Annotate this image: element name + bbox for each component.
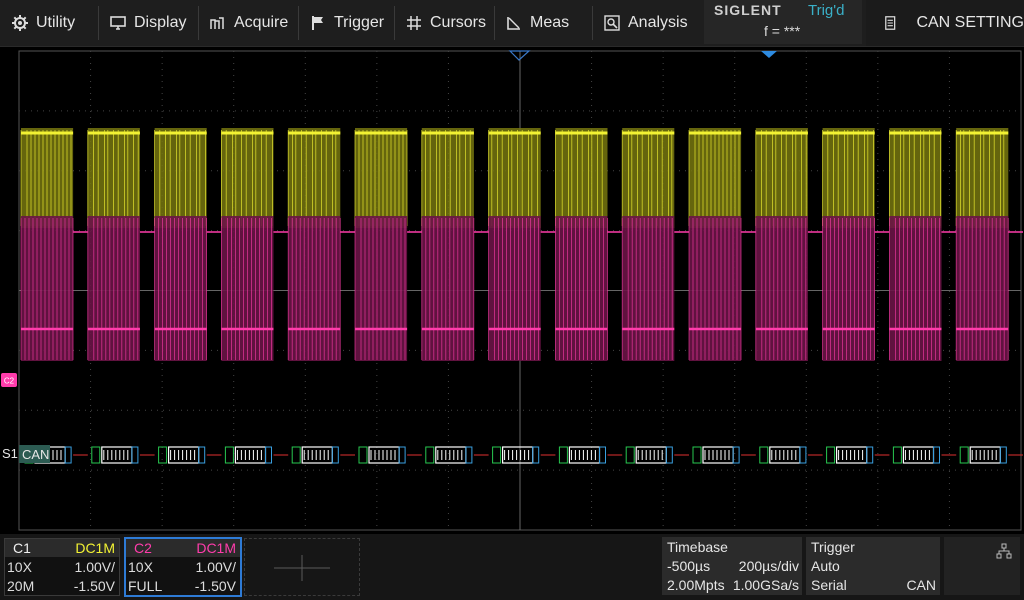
ruler-icon xyxy=(507,17,520,30)
c2-name: C2 xyxy=(134,540,152,556)
menu-display[interactable]: Display xyxy=(110,0,186,46)
menu-utility[interactable]: Utility xyxy=(12,0,75,46)
menu-trigger-label: Trigger xyxy=(334,14,385,31)
c2-coupling: DC1M xyxy=(196,540,236,556)
channel-2-box[interactable]: C2 DC1M 10X 1.00V/ FULL -1.50V xyxy=(124,537,242,597)
waveform-svg: C2 S1 CAN xyxy=(1,50,1023,531)
waveform-display[interactable]: C2 S1 CAN xyxy=(0,48,1024,532)
trigger-title: Trigger xyxy=(811,539,855,555)
network-status[interactable] xyxy=(944,537,1020,595)
menu-acquire-label: Acquire xyxy=(234,14,289,31)
empty-channel-slot[interactable] xyxy=(244,538,360,596)
c1-scale: 1.00V/ xyxy=(74,559,115,575)
can-setting-panel-button[interactable]: CAN SETTING xyxy=(866,0,1024,46)
horizontal-delay-marker[interactable] xyxy=(761,51,777,58)
menu-analysis[interactable]: Analysis xyxy=(604,0,688,46)
timebase-title: Timebase xyxy=(667,539,728,555)
timebase-box[interactable]: Timebase -500µs 200µs/div 2.00Mpts 1.00G… xyxy=(662,537,802,595)
ch2-trace xyxy=(20,216,1023,361)
trigger-box[interactable]: Trigger Auto Serial CAN xyxy=(806,537,940,595)
timebase-delay: -500µs xyxy=(667,558,711,574)
waveform-icon xyxy=(210,17,224,29)
magnifier-icon xyxy=(604,15,620,31)
network-icon xyxy=(996,543,1012,559)
can-setting-title: CAN SETTING xyxy=(916,14,1024,31)
bottom-info-bar: C1 DC1M 10X 1.00V/ 20M -1.50V C2 DC1M 10… xyxy=(0,534,1024,600)
monitor-icon xyxy=(110,16,126,30)
c1-coupling: DC1M xyxy=(75,540,115,556)
ch1-trace xyxy=(20,128,1009,228)
can-decode-bus xyxy=(24,446,1023,464)
menu-display-label: Display xyxy=(134,14,187,31)
menu-meas-label: Meas xyxy=(530,14,570,31)
frequency-readout: f = *** xyxy=(764,23,801,39)
menu-bar: Utility Display Acquire Trigger Cursors xyxy=(0,0,1024,47)
c2-scale: 1.00V/ xyxy=(195,559,236,575)
c2-bandwidth: FULL xyxy=(128,578,163,594)
c1-name: C1 xyxy=(13,540,31,556)
flag-icon xyxy=(312,16,323,30)
decode-bus-id: S1 xyxy=(2,446,18,461)
menu-utility-label: Utility xyxy=(36,14,76,31)
sample-rate: 1.00GSa/s xyxy=(732,577,799,593)
crosshair-icon xyxy=(274,555,330,581)
timebase-scale: 200µs/div xyxy=(738,558,799,574)
menu-meas[interactable]: Meas xyxy=(506,0,569,46)
c1-offset: -1.50V xyxy=(73,578,115,594)
trigger-mode: Auto xyxy=(811,558,840,574)
c2-probe: 10X xyxy=(128,559,153,575)
crosshair-icon xyxy=(407,16,421,30)
trigger-source: CAN xyxy=(906,577,936,593)
document-icon xyxy=(885,16,896,30)
c1-bandwidth: 20M xyxy=(7,578,35,594)
c2-offset-marker[interactable]: C2 xyxy=(1,373,17,387)
brand-logo: SIGLENT xyxy=(714,2,782,18)
gear-icon xyxy=(12,15,28,31)
menu-acquire[interactable]: Acquire xyxy=(210,0,288,46)
decode-protocol-label: CAN xyxy=(22,447,49,462)
menu-analysis-label: Analysis xyxy=(628,14,688,31)
menu-trigger[interactable]: Trigger xyxy=(310,0,384,46)
menu-cursors[interactable]: Cursors xyxy=(406,0,486,46)
menu-cursors-label: Cursors xyxy=(430,14,487,31)
c1-probe: 10X xyxy=(7,559,32,575)
trigger-state: Trig'd xyxy=(808,2,845,19)
trigger-type: Serial xyxy=(811,577,847,593)
trigger-status: SIGLENT Trig'd f = *** xyxy=(704,0,862,44)
memory-depth: 2.00Mpts xyxy=(667,577,725,593)
channel-1-box[interactable]: C1 DC1M 10X 1.00V/ 20M -1.50V xyxy=(4,538,120,596)
c2-offset: -1.50V xyxy=(194,578,236,594)
c2-marker-label: C2 xyxy=(4,377,15,386)
